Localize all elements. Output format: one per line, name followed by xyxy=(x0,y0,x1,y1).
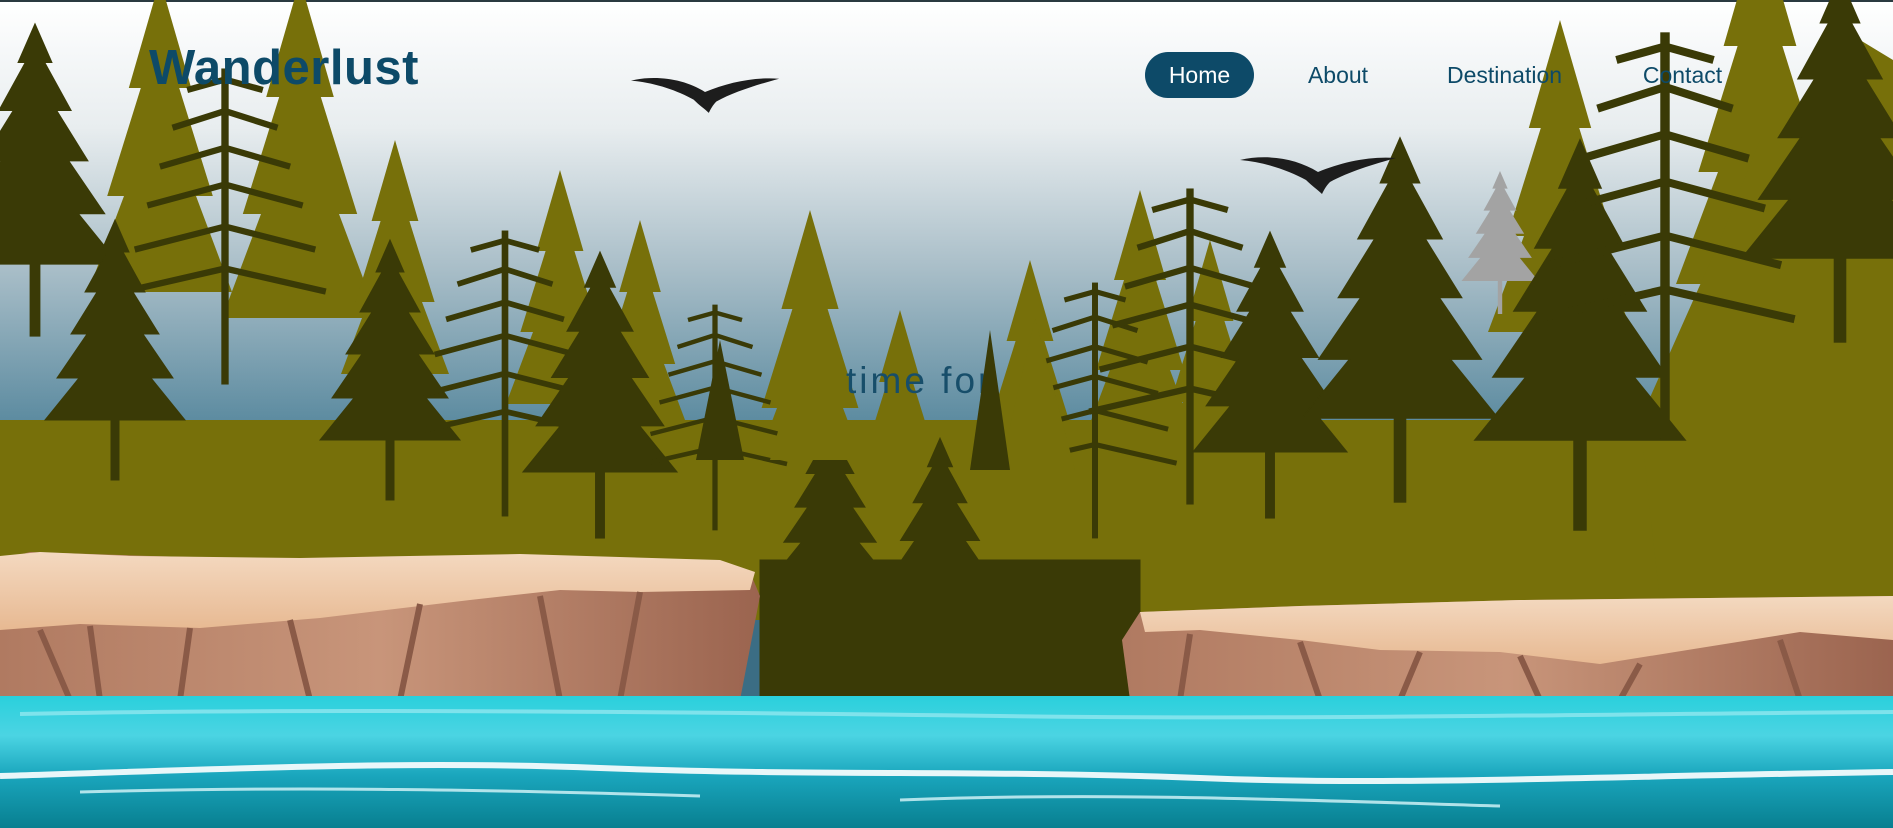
nav-destination[interactable]: Destination xyxy=(1432,52,1577,98)
landscape-illustration xyxy=(0,0,1893,828)
nav-about[interactable]: About xyxy=(1294,52,1382,98)
bird-icon xyxy=(1238,152,1398,198)
nav-contact[interactable]: Contact xyxy=(1630,52,1735,98)
left-cliff xyxy=(0,552,760,702)
main-nav: Home About Destination Contact xyxy=(0,52,1893,98)
nav-home[interactable]: Home xyxy=(1145,52,1254,98)
bird-icon xyxy=(628,72,778,118)
right-cliff xyxy=(1122,596,1893,702)
hero-headline: time for xyxy=(846,360,994,401)
hero-scene: Wanderlust Home About Destination Contac… xyxy=(0,0,1893,828)
water xyxy=(0,696,1893,828)
